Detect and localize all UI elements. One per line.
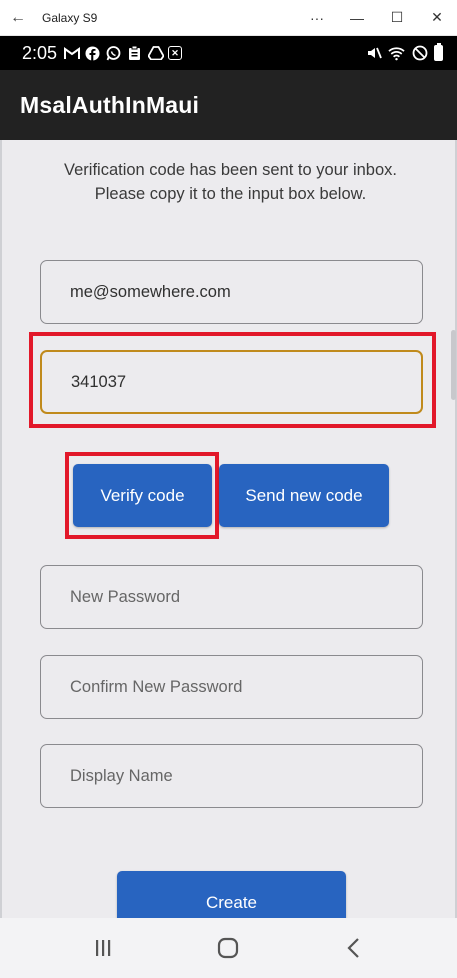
wifi-icon	[388, 45, 405, 62]
verification-code-value: 341037	[71, 372, 127, 391]
scrollbar[interactable]	[451, 330, 456, 400]
mute-icon	[365, 45, 382, 62]
confirm-password-field[interactable]	[40, 655, 423, 719]
info-text-line1: Verification code has been sent to your …	[64, 161, 397, 179]
whatsapp-icon	[105, 45, 122, 62]
verify-code-button[interactable]: Verify code	[73, 464, 212, 527]
emulator-titlebar: ← Galaxy S9 ··· — ☐ ✕	[0, 0, 457, 36]
drive-icon	[147, 45, 164, 62]
verification-code-field[interactable]: 341037	[40, 350, 423, 414]
do-not-disturb-icon	[411, 45, 428, 62]
app-bar: MsalAuthInMaui	[0, 70, 457, 140]
status-bar: 2:05 ✕	[0, 36, 457, 70]
display-name-field[interactable]	[40, 744, 423, 808]
gmail-icon	[63, 45, 80, 62]
device-screen: 2:05 ✕ MsalAuthInMaui Verification code …	[0, 36, 457, 978]
email-field[interactable]: me@somewhere.com	[40, 260, 423, 324]
home-icon[interactable]	[208, 928, 248, 968]
window-title: Galaxy S9	[42, 10, 98, 25]
back-icon[interactable]	[334, 928, 374, 968]
confirm-password-input[interactable]	[70, 677, 422, 697]
back-arrow-icon[interactable]: ←	[0, 0, 36, 36]
maximize-icon[interactable]: ☐	[377, 0, 417, 36]
clipboard-icon	[126, 45, 143, 62]
verify-code-label: Verify code	[100, 485, 185, 505]
status-time: 2:05	[22, 42, 58, 63]
create-label: Create	[205, 892, 258, 912]
facebook-icon	[84, 45, 101, 62]
android-nav-bar	[0, 918, 457, 978]
minimize-icon[interactable]: —	[337, 0, 377, 36]
more-options-icon[interactable]: ···	[297, 0, 337, 36]
new-password-input[interactable]	[70, 587, 422, 607]
send-new-code-label: Send new code	[245, 485, 363, 505]
email-value: me@somewhere.com	[70, 282, 231, 301]
send-new-code-button[interactable]: Send new code	[219, 464, 389, 527]
info-text-line2: Please copy it to the input box below.	[94, 185, 367, 203]
signup-form: Verification code has been sent to your …	[0, 140, 457, 934]
recent-apps-icon[interactable]	[83, 928, 123, 968]
new-password-field[interactable]	[40, 565, 423, 629]
close-box-icon: ✕	[168, 46, 183, 60]
display-name-input[interactable]	[70, 766, 422, 786]
app-title: MsalAuthInMaui	[20, 91, 200, 118]
close-icon[interactable]: ✕	[417, 0, 457, 36]
battery-icon	[434, 43, 443, 61]
